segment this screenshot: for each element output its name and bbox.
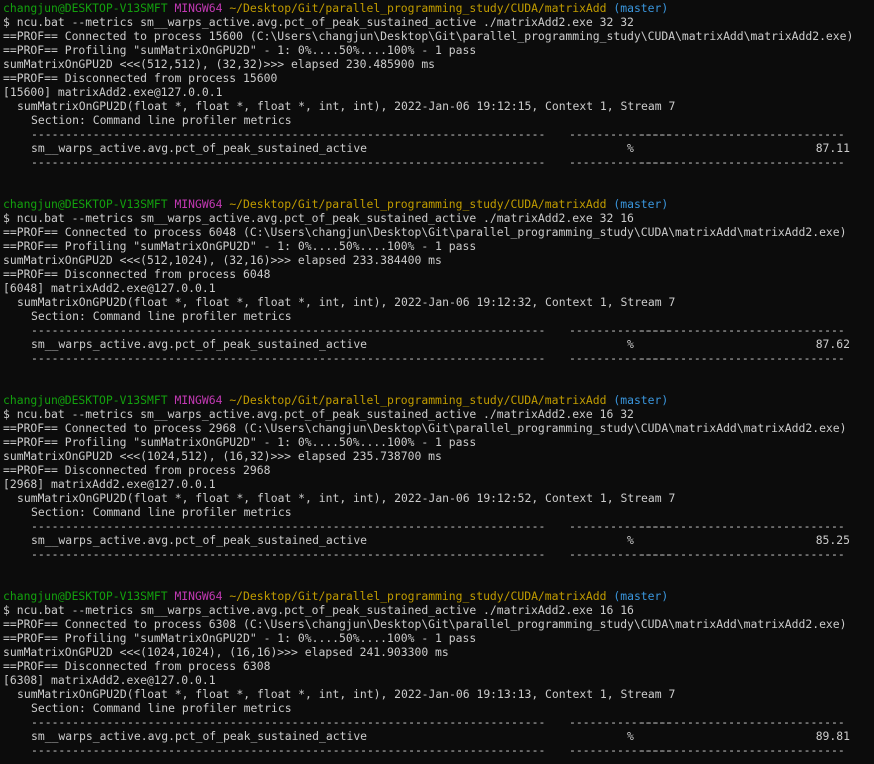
dash-separator: ----------------------------------------… (31, 715, 845, 729)
metric-name: sm__warps_active.avg.pct_of_peak_sustain… (31, 533, 368, 547)
elapsed-line: sumMatrixOnGPU2D <<<(512,512), (32,32)>>… (3, 57, 436, 71)
prompt-system: MINGW64 (174, 1, 223, 15)
metric-name: sm__warps_active.avg.pct_of_peak_sustain… (31, 141, 368, 155)
prompt-branch: (master) (613, 197, 669, 211)
host-line: [15600] matrixAdd2.exe@127.0.0.1 (3, 85, 223, 99)
run-block: changjun@DESKTOP-V13SMFT MINGW64 ~/Deskt… (3, 589, 874, 757)
metric-unit: % (627, 141, 634, 155)
section-line: Section: Command line profiler metrics (31, 701, 292, 715)
metric-value: 87.11 (815, 141, 850, 155)
kernel-line: sumMatrixOnGPU2D(float *, float *, float… (17, 491, 676, 505)
metric-unit: % (627, 533, 634, 547)
metric-name: sm__warps_active.avg.pct_of_peak_sustain… (31, 729, 368, 743)
terminal-output[interactable]: changjun@DESKTOP-V13SMFT MINGW64 ~/Deskt… (0, 0, 874, 757)
command-line: $ ncu.bat --metrics sm__warps_active.avg… (3, 407, 634, 421)
kernel-line: sumMatrixOnGPU2D(float *, float *, float… (17, 99, 676, 113)
prompt-line: changjun@DESKTOP-V13SMFT MINGW64 ~/Deskt… (3, 393, 874, 407)
metric-value: 85.25 (815, 533, 850, 547)
profiling-line: ==PROF== Profiling "sumMatrixOnGPU2D" - … (3, 43, 477, 57)
prompt-line: changjun@DESKTOP-V13SMFT MINGW64 ~/Deskt… (3, 589, 874, 603)
prompt-branch: (master) (613, 1, 669, 15)
elapsed-line: sumMatrixOnGPU2D <<<(512,1024), (32,16)>… (3, 253, 442, 267)
prompt-user-host: changjun@DESKTOP-V13SMFT (3, 197, 168, 211)
command-line: $ ncu.bat --metrics sm__warps_active.avg… (3, 211, 634, 225)
section-line: Section: Command line profiler metrics (31, 505, 292, 519)
dash-separator: ----------------------------------------… (31, 155, 845, 169)
prompt-system: MINGW64 (174, 589, 223, 603)
kernel-line: sumMatrixOnGPU2D(float *, float *, float… (17, 295, 676, 309)
elapsed-line: sumMatrixOnGPU2D <<<(1024,512), (16,32)>… (3, 449, 442, 463)
connected-line: ==PROF== Connected to process 15600 (C:\… (3, 29, 854, 43)
dash-separator: ----------------------------------------… (31, 351, 845, 365)
metric-value: 87.62 (815, 337, 850, 351)
run-block: changjun@DESKTOP-V13SMFT MINGW64 ~/Deskt… (3, 393, 874, 589)
section-line: Section: Command line profiler metrics (31, 113, 292, 127)
connected-line: ==PROF== Connected to process 2968 (C:\U… (3, 421, 847, 435)
prompt-system: MINGW64 (174, 393, 223, 407)
disconnected-line: ==PROF== Disconnected from process 2968 (3, 463, 271, 477)
host-line: [2968] matrixAdd2.exe@127.0.0.1 (3, 477, 216, 491)
prompt-line: changjun@DESKTOP-V13SMFT MINGW64 ~/Deskt… (3, 197, 874, 211)
dash-separator: ----------------------------------------… (31, 743, 845, 757)
prompt-user-host: changjun@DESKTOP-V13SMFT (3, 1, 168, 15)
metric-unit: % (627, 729, 634, 743)
metric-row: sm__warps_active.avg.pct_of_peak_sustain… (3, 533, 874, 547)
disconnected-line: ==PROF== Disconnected from process 6048 (3, 267, 271, 281)
metric-name: sm__warps_active.avg.pct_of_peak_sustain… (31, 337, 368, 351)
metric-row: sm__warps_active.avg.pct_of_peak_sustain… (3, 141, 874, 155)
dash-separator: ----------------------------------------… (31, 519, 845, 533)
section-line: Section: Command line profiler metrics (31, 309, 292, 323)
metric-row: sm__warps_active.avg.pct_of_peak_sustain… (3, 729, 874, 743)
prompt-path: ~/Desktop/Git/parallel_programming_study… (229, 197, 607, 211)
prompt-user-host: changjun@DESKTOP-V13SMFT (3, 589, 168, 603)
metric-value: 89.81 (815, 729, 850, 743)
disconnected-line: ==PROF== Disconnected from process 15600 (3, 71, 278, 85)
connected-line: ==PROF== Connected to process 6048 (C:\U… (3, 225, 847, 239)
prompt-branch: (master) (613, 393, 669, 407)
prompt-user-host: changjun@DESKTOP-V13SMFT (3, 393, 168, 407)
command-line: $ ncu.bat --metrics sm__warps_active.avg… (3, 15, 634, 29)
profiling-line: ==PROF== Profiling "sumMatrixOnGPU2D" - … (3, 631, 477, 645)
metric-row: sm__warps_active.avg.pct_of_peak_sustain… (3, 337, 874, 351)
prompt-system: MINGW64 (174, 197, 223, 211)
metric-unit: % (627, 337, 634, 351)
command-line: $ ncu.bat --metrics sm__warps_active.avg… (3, 603, 634, 617)
dash-separator: ----------------------------------------… (31, 323, 845, 337)
prompt-path: ~/Desktop/Git/parallel_programming_study… (229, 589, 607, 603)
profiling-line: ==PROF== Profiling "sumMatrixOnGPU2D" - … (3, 435, 477, 449)
kernel-line: sumMatrixOnGPU2D(float *, float *, float… (17, 687, 676, 701)
prompt-path: ~/Desktop/Git/parallel_programming_study… (229, 1, 607, 15)
dash-separator: ----------------------------------------… (31, 127, 845, 141)
prompt-path: ~/Desktop/Git/parallel_programming_study… (229, 393, 607, 407)
prompt-branch: (master) (613, 589, 669, 603)
connected-line: ==PROF== Connected to process 6308 (C:\U… (3, 617, 847, 631)
host-line: [6308] matrixAdd2.exe@127.0.0.1 (3, 673, 216, 687)
elapsed-line: sumMatrixOnGPU2D <<<(1024,1024), (16,16)… (3, 645, 449, 659)
run-block: changjun@DESKTOP-V13SMFT MINGW64 ~/Deskt… (3, 1, 874, 197)
dash-separator: ----------------------------------------… (31, 547, 845, 561)
run-block: changjun@DESKTOP-V13SMFT MINGW64 ~/Deskt… (3, 197, 874, 393)
host-line: [6048] matrixAdd2.exe@127.0.0.1 (3, 281, 216, 295)
disconnected-line: ==PROF== Disconnected from process 6308 (3, 659, 271, 673)
profiling-line: ==PROF== Profiling "sumMatrixOnGPU2D" - … (3, 239, 477, 253)
prompt-line: changjun@DESKTOP-V13SMFT MINGW64 ~/Deskt… (3, 1, 874, 15)
